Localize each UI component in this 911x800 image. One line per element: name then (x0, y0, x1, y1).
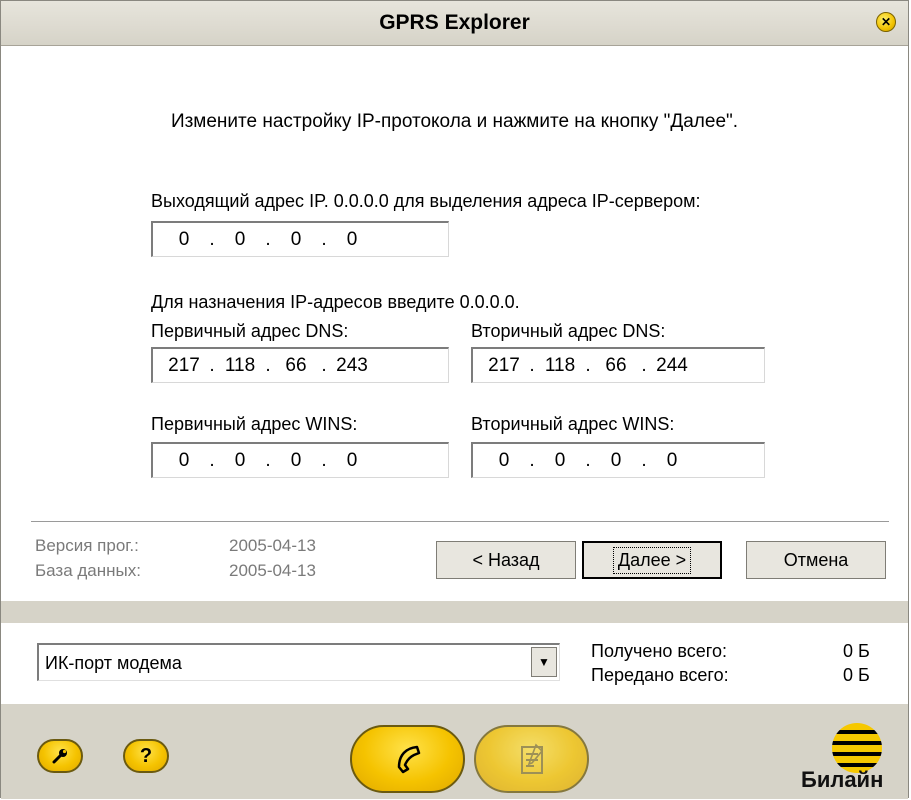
ip-octet: 66 (605, 354, 627, 376)
divider (31, 521, 889, 523)
ip-octet: 0 (178, 449, 190, 471)
ip-octet: 0 (178, 228, 190, 250)
ip-octet: 0 (290, 449, 302, 471)
program-version-value: 2005-04-13 (229, 536, 316, 555)
ip-octet: 0 (346, 228, 358, 250)
connect-button[interactable] (350, 725, 465, 793)
primary-wins-label: Первичный адрес WINS: (151, 414, 358, 434)
ip-octet: 217 (168, 354, 200, 376)
dropdown-arrow-icon[interactable]: ▼ (531, 647, 557, 677)
dns-hint-text: Для назначения IP-адресов введите 0.0.0.… (151, 292, 520, 312)
back-button-label: < Назад (472, 549, 540, 570)
ip-octet: 243 (336, 354, 368, 376)
secondary-wins-label: Вторичный адрес WINS: (471, 414, 675, 434)
help-icon: ? (139, 744, 153, 767)
cancel-button-label: Отмена (783, 549, 849, 570)
database-version-value: 2005-04-13 (229, 561, 316, 580)
separator-band (1, 601, 908, 623)
back-button[interactable]: < Назад (436, 541, 576, 579)
connection-select-value: ИК-порт модема (45, 653, 182, 673)
received-label: Получено всего: (591, 641, 727, 661)
ip-octet: 0 (234, 449, 246, 471)
sent-label: Передано всего: (591, 665, 729, 685)
ip-octet: 0 (290, 228, 302, 250)
close-icon[interactable]: ✕ (876, 12, 896, 32)
ip-octet: 0 (346, 449, 358, 471)
next-button[interactable]: Далее > (582, 541, 722, 579)
program-version-label: Версия прог.: (35, 536, 139, 555)
phone-icon (397, 745, 420, 774)
connection-select[interactable]: ИК-порт модема ▼ (37, 643, 560, 681)
secondary-dns-label: Вторичный адрес DNS: (471, 321, 666, 341)
ip-octet: 244 (656, 354, 688, 376)
ip-octet: 217 (488, 354, 520, 376)
ip-octet: 0 (610, 449, 622, 471)
settings-icon (52, 749, 67, 764)
database-version-label: База данных: (35, 561, 141, 580)
gprs-explorer-window: GPRS Explorer ✕ Измените настройку IP-пр… (0, 0, 909, 799)
ip-octet: 118 (544, 354, 576, 376)
notepad-icon (520, 743, 543, 774)
ip-octet: 0 (666, 449, 678, 471)
primary-wins-input[interactable]: 0. 0. 0. 0 (151, 442, 449, 478)
log-button[interactable] (474, 725, 589, 793)
ip-octet: 0 (554, 449, 566, 471)
window-title: GPRS Explorer (379, 11, 530, 34)
ip-octet: 66 (285, 354, 307, 376)
sent-value: 0 Б (843, 665, 870, 685)
ip-octet: 0 (234, 228, 246, 250)
primary-dns-label: Первичный адрес DNS: (151, 321, 349, 341)
received-value: 0 Б (843, 641, 870, 661)
outgoing-ip-label: Выходящий адрес IP. 0.0.0.0 для выделени… (151, 191, 701, 211)
next-button-label: Далее > (612, 546, 692, 574)
settings-button[interactable] (37, 739, 83, 773)
ip-octet: 0 (498, 449, 510, 471)
ip-octet: 118 (224, 354, 256, 376)
beeline-logo-text: Билайн (801, 767, 884, 792)
primary-dns-input[interactable]: 217. 118. 66. 243 (151, 347, 449, 383)
secondary-dns-input[interactable]: 217. 118. 66. 244 (471, 347, 765, 383)
beeline-logo-icon (832, 723, 882, 773)
outgoing-ip-input[interactable]: 0. 0. 0. 0 (151, 221, 449, 257)
instruction-text: Измените настройку IP-протокола и нажмит… (170, 111, 739, 132)
title-bar[interactable]: GPRS Explorer ✕ (1, 1, 908, 46)
cancel-button[interactable]: Отмена (746, 541, 886, 579)
secondary-wins-input[interactable]: 0. 0. 0. 0 (471, 442, 765, 478)
help-button[interactable]: ? (123, 739, 169, 773)
